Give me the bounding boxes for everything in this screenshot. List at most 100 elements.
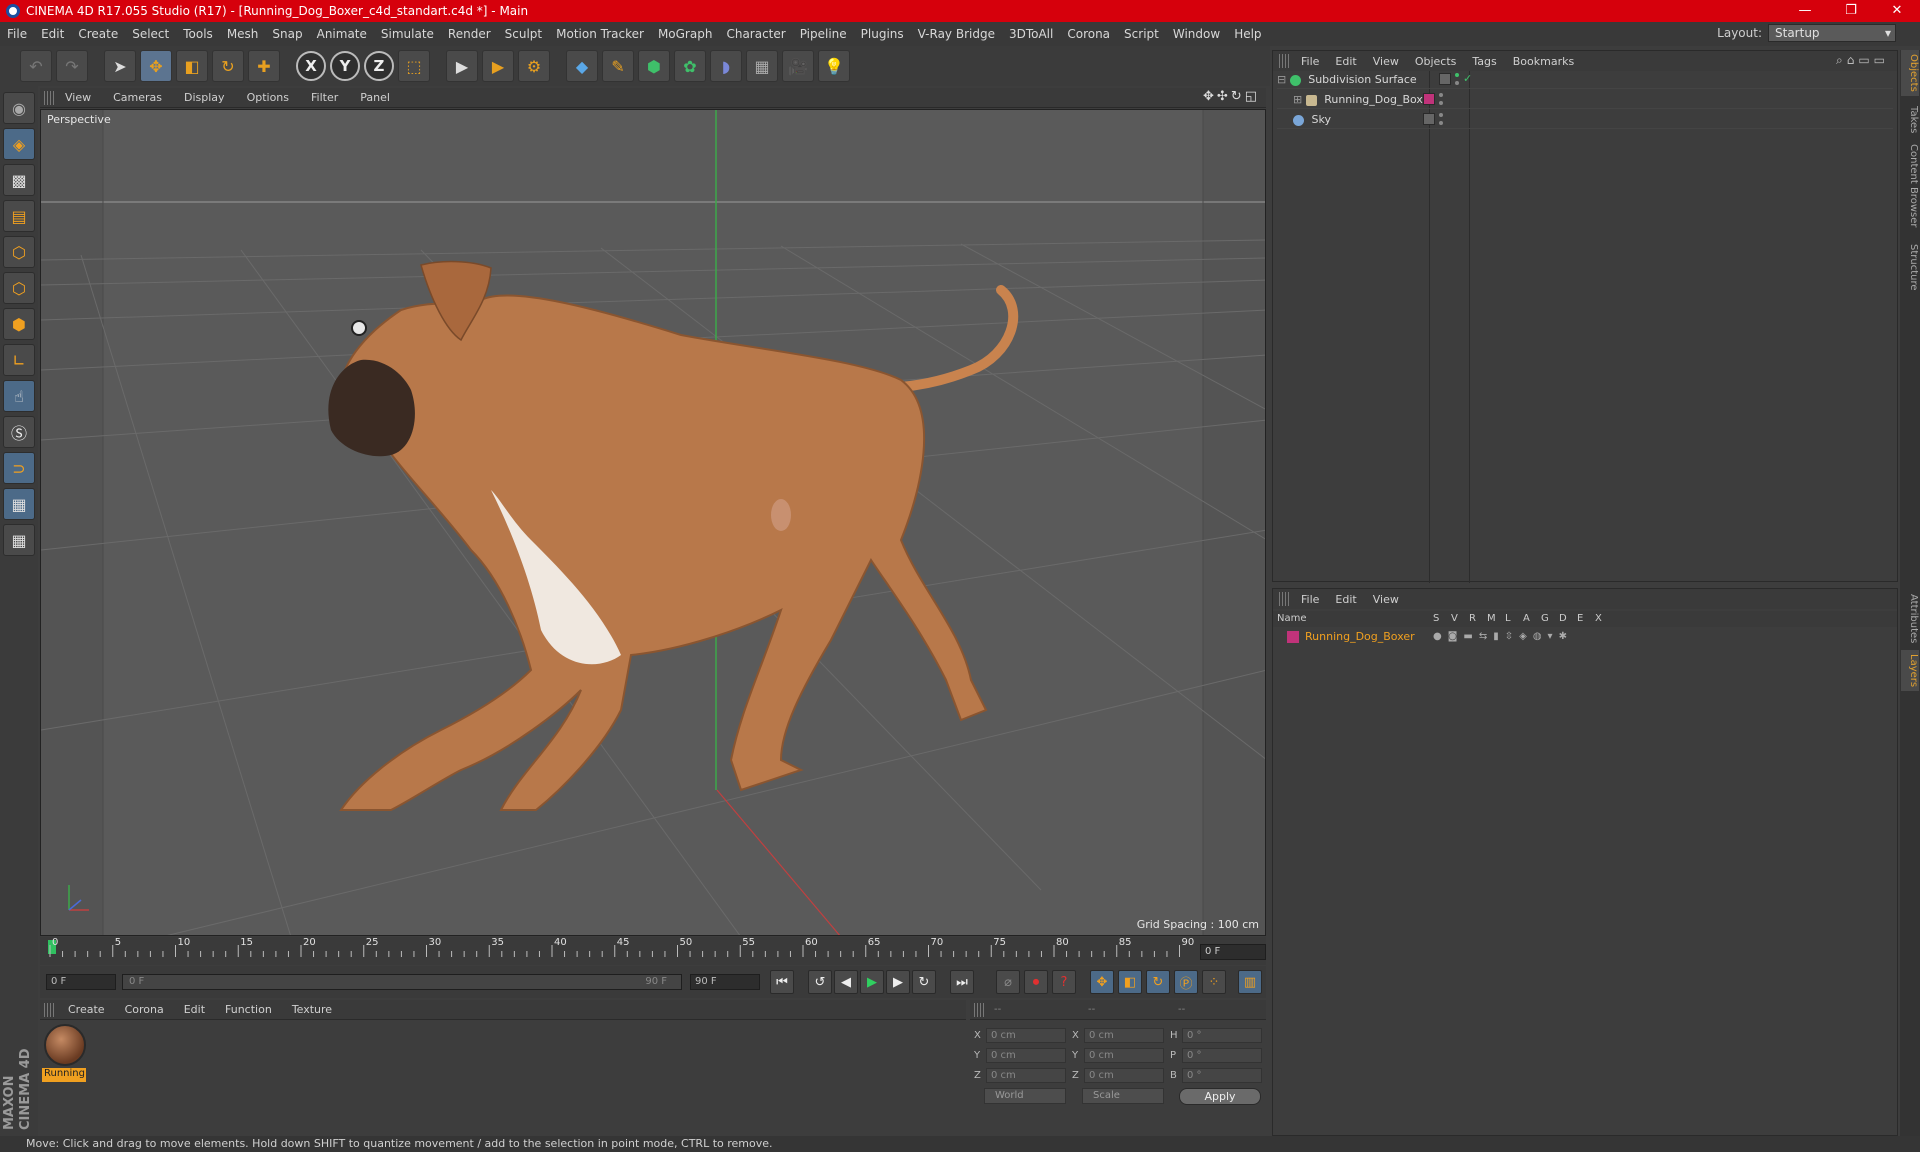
menu-animate[interactable]: Animate [310,27,374,41]
viewport-menu-display[interactable]: Display [173,91,236,104]
menu-3dtoall[interactable]: 3DToAll [1002,27,1060,41]
size-mode-dropdown[interactable]: Scale [1082,1088,1164,1104]
layer-menu-file[interactable]: File [1293,593,1327,606]
key-parameter-icon[interactable]: Ⓟ [1174,970,1198,994]
panel-grip-icon[interactable] [44,90,54,105]
column-xrefs[interactable]: X [1595,611,1602,627]
layer-name[interactable]: Running_Dog_Boxer [1305,629,1415,645]
record-keys-disabled-icon[interactable]: ⌀ [996,970,1020,994]
model-mode-icon[interactable]: ◈ [3,128,35,160]
play-forward-icon[interactable]: ▶ [860,970,884,994]
viewport-menu-cameras[interactable]: Cameras [102,91,173,104]
column-generators[interactable]: G [1541,611,1549,627]
minimize-button[interactable]: — [1782,0,1828,22]
panel-grip-icon[interactable] [44,1002,54,1017]
layer-menu-view[interactable]: View [1365,593,1407,606]
polygons-mode-icon[interactable]: ⬢ [3,308,35,340]
object-row-sky[interactable]: Sky [1277,111,1893,129]
make-editable-icon[interactable]: ◉ [3,92,35,124]
tweak-mode-icon[interactable]: ☝ [3,380,35,412]
layer-color-swatch[interactable] [1287,631,1299,643]
start-frame-field[interactable]: 0 F [46,974,116,990]
pos-y-field[interactable]: 0 cm [986,1048,1066,1063]
x-axis-lock-icon[interactable]: X [296,51,326,81]
menu-mesh[interactable]: Mesh [220,27,266,41]
end-frame-field[interactable]: 90 F [690,974,760,990]
points-mode-icon[interactable]: ⬡ [3,236,35,268]
material-thumbnail[interactable] [44,1024,86,1066]
column-solo[interactable]: S [1433,611,1439,627]
world-coordinates-icon[interactable]: ⬚ [398,50,430,82]
size-z-field[interactable]: 0 cm [1084,1068,1164,1083]
maximize-button[interactable]: ❐ [1828,0,1874,22]
layer-tag-icon[interactable] [1439,73,1451,85]
workplane-lock-icon[interactable]: ▦ [3,488,35,520]
camera-icon[interactable]: 🎥 [782,50,814,82]
viewport-menu-view[interactable]: View [54,91,102,104]
menu-corona[interactable]: Corona [1060,27,1117,41]
column-render[interactable]: R [1469,611,1476,627]
menu-help[interactable]: Help [1227,27,1268,41]
menu-script[interactable]: Script [1117,27,1166,41]
render-view-icon[interactable]: ▶ [446,50,478,82]
timeline-window-icon[interactable]: ▥ [1238,970,1262,994]
viewport-menu-filter[interactable]: Filter [300,91,349,104]
key-rotation-icon[interactable]: ↻ [1146,970,1170,994]
subdivision-generator-icon[interactable]: ⬢ [638,50,670,82]
layer-tag-icon[interactable] [1423,113,1435,125]
grid-snap-icon[interactable]: ▦ [3,524,35,556]
cube-primitive-icon[interactable]: ◆ [566,50,598,82]
material-menu-corona[interactable]: Corona [115,1003,174,1016]
next-frame-icon[interactable]: ▶ [886,970,910,994]
column-animation[interactable]: A [1523,611,1530,627]
current-frame-field[interactable]: 0 F [1200,944,1266,960]
rot-b-field[interactable]: 0 ° [1182,1068,1262,1083]
rotate-tool-icon[interactable]: ↻ [212,50,244,82]
menu-tools[interactable]: Tools [176,27,220,41]
select-arrow-icon[interactable]: ➤ [104,50,136,82]
menu-window[interactable]: Window [1166,27,1227,41]
panel-grip-icon[interactable] [974,1003,984,1017]
tab-attributes[interactable]: Attributes [1901,590,1919,647]
search-home-icons[interactable]: ⌕⌂▭▭ [1836,53,1889,68]
light-icon[interactable]: 💡 [818,50,850,82]
viewport-navigation-icons[interactable]: ✥✣↻◱ [1203,89,1260,104]
menu-snap[interactable]: Snap [265,27,309,41]
menu-sculpt[interactable]: Sculpt [498,27,549,41]
magnet-icon[interactable]: ⊃ [3,452,35,484]
menu-select[interactable]: Select [125,27,176,41]
material-menu-function[interactable]: Function [215,1003,282,1016]
menu-file[interactable]: File [0,27,34,41]
perspective-viewport[interactable]: Perspective Grid Spacing : 100 cm [40,109,1266,936]
pos-z-field[interactable]: 0 cm [986,1068,1066,1083]
tab-structure[interactable]: Structure [1901,240,1919,295]
axis-mode-icon[interactable]: ∟ [3,344,35,376]
mograph-cloner-icon[interactable]: ✿ [674,50,706,82]
layout-select[interactable]: Startup [1768,24,1896,42]
texture-mode-icon[interactable]: ▩ [3,164,35,196]
floor-scene-icon[interactable]: ▦ [746,50,778,82]
snap-icon[interactable]: Ⓢ [3,416,35,448]
menu-simulate[interactable]: Simulate [374,27,441,41]
material-name-label[interactable]: Running [42,1068,86,1082]
timeline-ruler[interactable]: 0 5 10 15 20 25 30 35 40 45 50 55 60 65 70 75 80 85 90 [40,937,1266,965]
pos-x-field[interactable]: 0 cm [986,1028,1066,1043]
column-expressions[interactable]: E [1577,611,1583,627]
object-menu-tags[interactable]: Tags [1464,55,1504,68]
menu-plugins[interactable]: Plugins [854,27,911,41]
render-picture-viewer-icon[interactable]: ▶ [482,50,514,82]
next-key-icon[interactable]: ↻ [912,970,936,994]
menu-edit[interactable]: Edit [34,27,71,41]
live-selection-icon[interactable]: ✚ [248,50,280,82]
menu-render[interactable]: Render [441,27,498,41]
previous-frame-icon[interactable]: ◀ [834,970,858,994]
key-scale-icon[interactable]: ◧ [1118,970,1142,994]
move-tool-icon[interactable]: ✥ [140,50,172,82]
viewport-menu-options[interactable]: Options [236,91,300,104]
edges-mode-icon[interactable]: ⬡ [3,272,35,304]
key-pla-icon[interactable]: ⁘ [1202,970,1226,994]
rot-p-field[interactable]: 0 ° [1182,1048,1262,1063]
column-view[interactable]: V [1451,611,1458,627]
rot-h-field[interactable]: 0 ° [1182,1028,1262,1043]
layer-toggle-icons[interactable]: ●◙▬⇆▮⇳◈◍▾✱ [1433,629,1573,645]
